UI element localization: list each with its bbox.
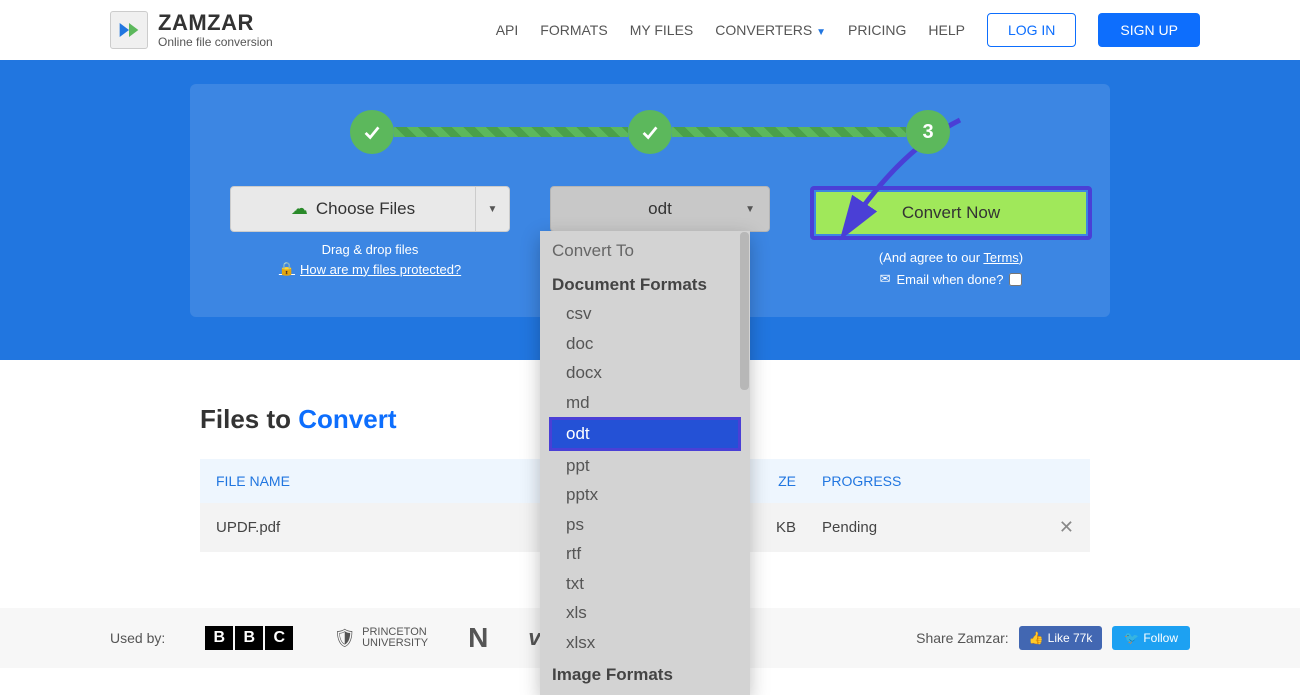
logo[interactable]: ZAMZAR Online file conversion (110, 11, 273, 49)
terms-link[interactable]: Terms (983, 250, 1018, 265)
stage-choose: ☁ Choose Files ▼ Drag & drop files 🔒 How… (230, 186, 510, 287)
chevron-down-icon: ▼ (745, 204, 755, 215)
partner-bbc: BBC (205, 626, 293, 650)
step2-check-icon (628, 110, 672, 154)
format-option-txt[interactable]: txt (552, 569, 738, 599)
step-indicator: 3 (230, 110, 1070, 154)
twitter-icon: 🐦 (1124, 631, 1139, 645)
facebook-like-button[interactable]: 👍Like 77k (1019, 626, 1103, 650)
primary-nav: API FORMATS MY FILES CONVERTERS ▼ PRICIN… (496, 13, 1200, 47)
choose-files-button[interactable]: ☁ Choose Files (230, 186, 476, 232)
used-by-label: Used by: (110, 630, 165, 646)
format-option-odt[interactable]: odt (549, 417, 741, 451)
step3-badge: 3 (906, 110, 950, 154)
dropdown-group-images: Image Formats (552, 665, 738, 685)
format-option-rtf[interactable]: rtf (552, 539, 738, 569)
shield-icon: 🛡 (333, 629, 356, 647)
login-button[interactable]: LOG IN (987, 13, 1076, 47)
format-option-xls[interactable]: xls (552, 598, 738, 628)
dropdown-group-documents: Document Formats (552, 275, 738, 295)
format-option-xlsx[interactable]: xlsx (552, 628, 738, 658)
format-option-ps[interactable]: ps (552, 510, 738, 540)
logo-icon (110, 11, 148, 49)
brand-tagline: Online file conversion (158, 36, 273, 48)
nav-converters[interactable]: CONVERTERS ▼ (715, 22, 826, 38)
dragdrop-label: Drag & drop files (322, 242, 419, 257)
remove-file-button[interactable]: ✕ (1059, 517, 1074, 538)
format-option-csv[interactable]: csv (552, 299, 738, 329)
convert-highlight: Convert Now (810, 186, 1092, 240)
twitter-follow-button[interactable]: 🐦Follow (1112, 626, 1190, 650)
share-label: Share Zamzar: (916, 630, 1009, 646)
choose-files-caret[interactable]: ▼ (476, 186, 510, 232)
files-protected-link[interactable]: 🔒 How are my files protected? (279, 261, 461, 277)
format-option-pptx[interactable]: pptx (552, 480, 738, 510)
step-line (672, 127, 906, 137)
convert-now-button[interactable]: Convert Now (816, 192, 1086, 234)
format-option-docx[interactable]: docx (552, 358, 738, 388)
nav-help[interactable]: HELP (928, 22, 965, 38)
scrollbar[interactable] (740, 232, 749, 390)
lock-icon: 🔒 (279, 261, 295, 277)
stage-convert: Convert Now (And agree to our Terms) ✉ E… (810, 186, 1092, 287)
thumbsup-icon: 👍 (1029, 631, 1044, 645)
format-option-ppt[interactable]: ppt (552, 451, 738, 481)
cell-progress: Pending (796, 519, 1059, 536)
chevron-down-icon: ▼ (816, 27, 826, 38)
step-line (394, 127, 628, 137)
signup-button[interactable]: SIGN UP (1098, 13, 1200, 47)
agree-terms: (And agree to our Terms) (879, 250, 1023, 265)
email-checkbox[interactable] (1009, 273, 1022, 286)
nav-pricing[interactable]: PRICING (848, 22, 906, 38)
nav-api[interactable]: API (496, 22, 519, 38)
dropdown-header: Convert To (540, 231, 750, 267)
brand-name: ZAMZAR (158, 12, 273, 34)
header: ZAMZAR Online file conversion API FORMAT… (0, 0, 1300, 60)
partner-princeton: 🛡 PRINCETONUNIVERSITY (333, 627, 428, 649)
format-option-doc[interactable]: doc (552, 329, 738, 359)
nav-myfiles[interactable]: MY FILES (630, 22, 694, 38)
mail-icon: ✉ (880, 271, 891, 287)
upload-icon: ☁ (291, 199, 308, 219)
step1-check-icon (350, 110, 394, 154)
format-select[interactable]: odt ▼ (550, 186, 770, 232)
nav-formats[interactable]: FORMATS (540, 22, 607, 38)
email-when-done: ✉ Email when done? (880, 271, 1023, 287)
partner-netflix: N (468, 622, 488, 654)
format-option-md[interactable]: md (552, 388, 738, 418)
format-dropdown[interactable]: Convert To Document Formats csv doc docx… (540, 231, 750, 695)
col-progress: PROGRESS (796, 473, 1074, 489)
